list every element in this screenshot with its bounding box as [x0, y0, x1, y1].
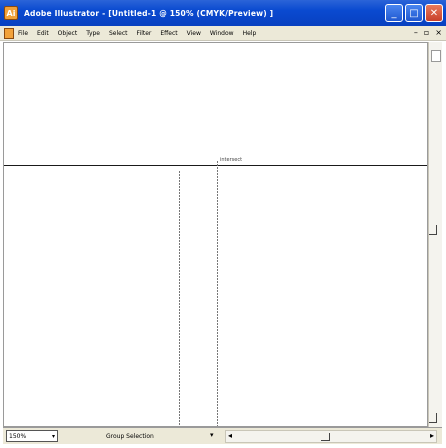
window-title: Adobe Illustrator - [Untitled-1 @ 150% (… [24, 8, 274, 18]
minimize-button[interactable]: _ [385, 4, 403, 22]
close-button[interactable]: ✕ [425, 4, 443, 22]
minimize-icon: _ [391, 7, 397, 19]
menu-bar: File Edit Object Type Select Filter Effe… [0, 26, 446, 41]
scroll-left-icon[interactable]: ◂ [228, 431, 232, 440]
status-bar: 150% ▾ Group Selection ▾ ◂ ▸ [3, 427, 442, 444]
menu-select[interactable]: Select [109, 30, 128, 37]
menu-file[interactable]: File [18, 30, 28, 37]
page-boundary-corner-bottom [429, 413, 437, 423]
close-icon: ✕ [429, 7, 439, 19]
menu-help[interactable]: Help [243, 30, 257, 37]
doc-restore-icon[interactable]: ▫ [424, 28, 429, 37]
guide-intersect-label: intersect [220, 157, 243, 163]
horizontal-scrollbar[interactable]: ◂ ▸ [225, 430, 437, 443]
menu-window[interactable]: Window [210, 30, 234, 37]
illustrator-app-icon[interactable]: Ai [4, 6, 18, 20]
document-window-controls: – ▫ × [414, 28, 442, 37]
maximize-icon: □ [409, 7, 419, 19]
menu-filter[interactable]: Filter [137, 30, 152, 37]
menu-view[interactable]: View [187, 30, 201, 37]
menu-type[interactable]: Type [86, 30, 100, 37]
document-icon[interactable] [4, 27, 14, 39]
title-bar: Ai Adobe Illustrator - [Untitled-1 @ 150… [0, 0, 446, 26]
zoom-level-value: 150% [9, 432, 27, 440]
horizontal-guide[interactable] [4, 165, 427, 166]
menu-effect[interactable]: Effect [160, 30, 177, 37]
maximize-button[interactable]: □ [405, 4, 423, 22]
status-menu-arrow-icon[interactable]: ▾ [210, 431, 214, 439]
menu-object[interactable]: Object [58, 30, 78, 37]
vertical-guide-right[interactable] [217, 161, 218, 426]
vertical-scroll-thumb[interactable] [431, 50, 441, 62]
window-controls: _ □ ✕ [385, 4, 443, 22]
page-boundary-corner-horizontal [321, 433, 330, 441]
doc-minimize-icon[interactable]: – [414, 28, 418, 37]
page-boundary-corner-top [429, 225, 437, 235]
vertical-guide-left[interactable] [179, 171, 180, 426]
menu-edit[interactable]: Edit [37, 30, 49, 37]
zoom-level-select[interactable]: 150% ▾ [6, 430, 58, 442]
doc-close-icon[interactable]: × [435, 28, 442, 37]
artboard-canvas[interactable]: intersect [3, 42, 428, 427]
current-tool-status: Group Selection [106, 432, 154, 440]
scroll-right-icon[interactable]: ▸ [430, 431, 434, 440]
chevron-down-icon: ▾ [51, 432, 55, 440]
